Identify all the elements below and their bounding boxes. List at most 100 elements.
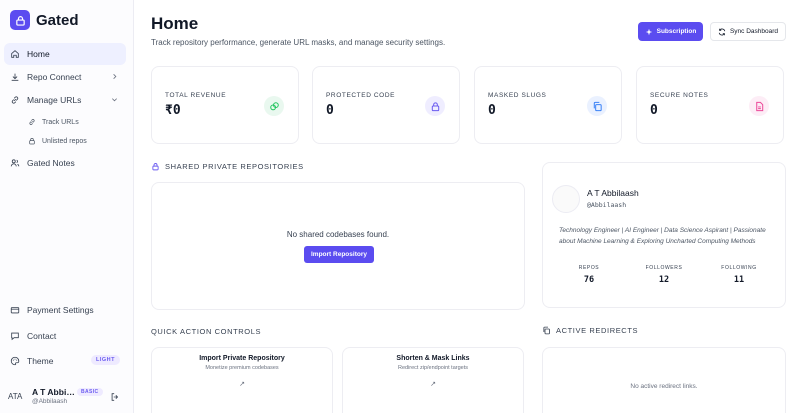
sidebar-item-label: Payment Settings — [27, 305, 94, 315]
sidebar-item-home[interactable]: Home — [4, 43, 126, 65]
profile-stat-value: 11 — [733, 275, 745, 285]
logout-icon[interactable] — [110, 392, 120, 402]
download-icon — [11, 73, 19, 81]
profile-stat-label: REPOS — [578, 265, 600, 271]
file-icon — [749, 96, 769, 116]
main-content: Home Track repository performance, gener… — [134, 0, 800, 413]
profile-name: A T Abbilaash — [587, 188, 639, 198]
app-name: Gated — [36, 11, 79, 29]
section-heading-label: QUICK ACTION CONTROLS — [151, 327, 262, 336]
arrow-up-right-icon: ↗ — [430, 381, 436, 388]
section-heading-label: SHARED PRIVATE REPOSITORIES — [165, 162, 304, 171]
stat-card-revenue: TOTAL REVENUE ₹0 — [151, 66, 299, 144]
lock-icon — [152, 163, 159, 171]
sidebar: Gated Home Repo Connect Manage URLs Trac… — [0, 0, 134, 413]
quick-action-desc: Monetize premium codebases — [205, 365, 279, 371]
profile-stat-value: 76 — [583, 275, 595, 285]
import-repository-button[interactable]: Import Repository — [304, 246, 374, 263]
sidebar-item-label: Contact — [27, 331, 57, 341]
quick-action-desc: Redirect zip/endpoint targets — [397, 365, 468, 371]
shared-repos-card: No shared codebases found. Import Reposi… — [151, 182, 525, 310]
quick-action-shorten-links[interactable]: Shorten & Mask Links Redirect zip/endpoi… — [342, 347, 524, 413]
stat-value: 0 — [650, 103, 658, 118]
sidebar-item-theme[interactable]: Theme LIGHT — [4, 350, 126, 372]
quick-action-import-repo[interactable]: Import Private Repository Monetize premi… — [151, 347, 333, 413]
card-icon — [10, 307, 20, 314]
sidebar-item-payment-settings[interactable]: Payment Settings — [4, 299, 126, 321]
sidebar-item-repo-connect[interactable]: Repo Connect — [4, 66, 126, 88]
sync-label: Sync Dashboard — [729, 28, 779, 35]
link-icon — [11, 96, 19, 104]
chevron-right-icon — [113, 74, 117, 79]
sidebar-item-label: Repo Connect — [27, 72, 82, 82]
copy-icon — [587, 96, 607, 116]
quick-action-title: Import Private Repository — [199, 355, 285, 362]
section-heading-label: ACTIVE REDIRECTS — [556, 326, 639, 335]
stat-card-secure-notes: SECURE NOTES 0 — [636, 66, 784, 144]
link-icon — [29, 119, 35, 125]
profile-bio: Technology Engineer | AI Engineer | Data… — [559, 227, 766, 245]
theme-badge[interactable]: LIGHT — [91, 355, 120, 365]
quick-action-title: Shorten & Mask Links — [396, 355, 470, 362]
profile-stat-followers: FOLLOWERS 12 — [634, 265, 694, 285]
profile-stat-value: 12 — [658, 275, 670, 285]
stat-card-masked-slugs: MASKED SLUGS 0 — [474, 66, 622, 144]
sidebar-subitem-track-urls[interactable]: Track URLs — [28, 114, 79, 130]
palette-icon — [10, 356, 20, 366]
stat-value: 0 — [326, 103, 334, 118]
brand[interactable]: Gated — [10, 10, 79, 30]
sidebar-item-gated-notes[interactable]: Gated Notes — [4, 152, 126, 174]
message-icon — [11, 332, 19, 341]
user-handle: @Abbilaash — [32, 398, 68, 405]
plan-badge: BASIC — [77, 388, 103, 396]
sidebar-item-label: Home — [27, 49, 50, 59]
active-redirects-card: No active redirect links. — [542, 347, 786, 413]
stat-label: TOTAL REVENUE — [165, 92, 227, 99]
users-icon — [10, 159, 20, 167]
stat-value: ₹0 — [165, 103, 181, 118]
arrow-up-right-icon: ↗ — [239, 381, 245, 388]
sidebar-item-manage-urls[interactable]: Manage URLs — [4, 89, 126, 111]
page-subtitle: Track repository performance, generate U… — [151, 38, 446, 47]
chevron-down-icon — [112, 98, 117, 102]
stat-card-protected-code: PROTECTED CODE 0 — [312, 66, 460, 144]
section-heading-quick-actions: QUICK ACTION CONTROLS — [151, 327, 261, 336]
lock-icon — [425, 96, 445, 116]
copy-icon — [543, 326, 550, 335]
profile-card: A T Abbilaash @Abbilaash Technology Engi… — [542, 162, 786, 308]
sidebar-item-label: Theme — [27, 356, 54, 366]
refresh-icon — [718, 28, 726, 35]
sync-dashboard-button[interactable]: Sync Dashboard — [710, 22, 786, 41]
avatar: ATA — [8, 392, 23, 401]
stat-label: PROTECTED CODE — [326, 92, 396, 99]
stat-label: MASKED SLUGS — [488, 92, 547, 99]
lock-logo-icon — [10, 10, 30, 30]
user-block[interactable]: ATA A T Abbilaash BASIC @Abbilaash — [0, 380, 134, 413]
user-name: A T Abbilaash — [32, 387, 76, 397]
profile-stat-label: FOLLOWERS — [645, 265, 683, 271]
profile-stat-label: FOLLOWING — [721, 265, 757, 271]
sidebar-subitem-unlisted-repos[interactable]: Unlisted repos — [28, 133, 87, 149]
profile-avatar — [552, 185, 580, 213]
profile-handle: @Abbilaash — [587, 201, 627, 209]
sidebar-subitem-label: Track URLs — [42, 118, 79, 126]
sidebar-subitem-label: Unlisted repos — [42, 137, 87, 145]
stat-value: 0 — [488, 103, 496, 118]
home-icon — [11, 50, 19, 58]
empty-state-text: No active redirect links. — [630, 383, 698, 390]
sidebar-item-label: Manage URLs — [27, 95, 82, 105]
sidebar-item-label: Gated Notes — [27, 158, 75, 168]
page-title: Home — [151, 14, 199, 33]
coins-icon — [264, 96, 284, 116]
stat-label: SECURE NOTES — [650, 92, 709, 99]
profile-stat-following: FOLLOWING 11 — [709, 265, 769, 285]
section-heading-repos: SHARED PRIVATE REPOSITORIES — [151, 162, 304, 171]
subscription-button[interactable]: Subscription — [638, 22, 703, 41]
sidebar-item-contact[interactable]: Contact — [4, 325, 126, 347]
empty-state-text: No shared codebases found. — [286, 230, 390, 239]
subscription-label: Subscription — [656, 28, 697, 35]
profile-stat-repos: REPOS 76 — [559, 265, 619, 285]
section-heading-redirects: ACTIVE REDIRECTS — [542, 326, 638, 335]
lock-icon — [29, 138, 35, 145]
sparkle-icon — [645, 28, 652, 35]
